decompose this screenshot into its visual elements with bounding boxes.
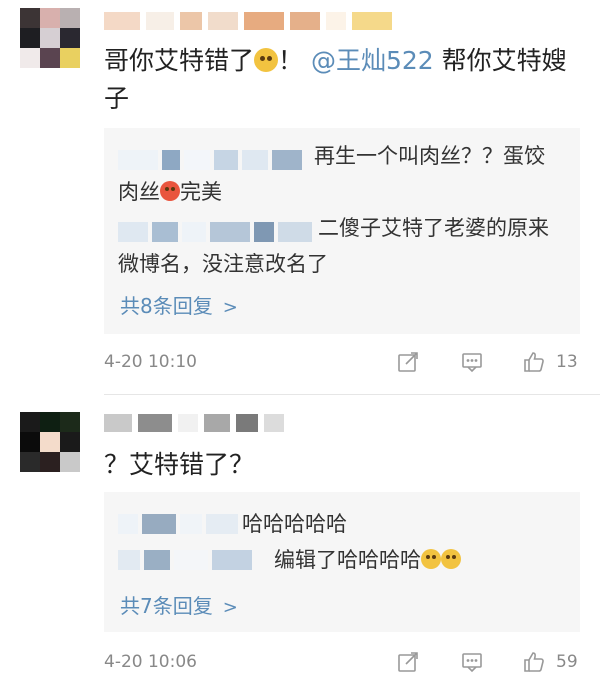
doge-emoji-icon <box>254 48 279 72</box>
reply-text: 编辑了哈哈哈哈 <box>274 548 421 572</box>
reply-text: 哈哈哈哈哈 <box>242 512 347 536</box>
comment-button[interactable] <box>460 650 484 674</box>
like-count: 59 <box>556 652 578 672</box>
more-replies-label: 共7条回复 <box>120 594 213 618</box>
view-more-replies-link[interactable]: 共8条回复 > <box>120 290 238 319</box>
comment-text: ？艾特错了？ <box>104 450 255 479</box>
chevron-right-icon: > <box>222 297 238 318</box>
reply-item[interactable]: 再生一个叫肉丝？？蛋饺肉丝 完美 <box>118 138 560 210</box>
reply-preview-box[interactable]: 再生一个叫肉丝？？蛋饺肉丝 完美 二傻子艾特了老婆的原来微博名，没注意改名了 共8… <box>104 128 580 334</box>
chevron-right-icon: > <box>222 597 238 618</box>
comment-button[interactable] <box>460 350 484 374</box>
comment-item: ？艾特错了？ 哈哈哈哈哈 编辑了哈哈哈哈 共7条回复 > 4-20 10:06 <box>0 400 600 692</box>
reply-text-end: 完美 <box>180 180 222 204</box>
like-button[interactable] <box>522 350 546 374</box>
share-icon <box>398 652 418 672</box>
share-icon <box>398 352 418 372</box>
reply-preview-box[interactable]: 哈哈哈哈哈 编辑了哈哈哈哈 共7条回复 > <box>104 492 580 632</box>
timestamp: 4-20 10:10 <box>104 352 197 372</box>
comment-footer: 4-20 10:10 13 <box>104 352 580 378</box>
reply-item[interactable]: 编辑了哈哈哈哈 <box>274 542 560 578</box>
like-count: 13 <box>556 352 578 372</box>
comment-icon <box>462 653 482 673</box>
more-replies-label: 共8条回复 <box>120 294 213 318</box>
doge-emoji-icon <box>421 549 441 569</box>
reply-username-blurred[interactable] <box>118 514 242 534</box>
thumbs-up-icon <box>524 652 544 672</box>
avatar[interactable] <box>20 8 80 68</box>
avatar[interactable] <box>20 412 80 472</box>
comment-text-mid: ！ <box>278 46 304 75</box>
doge-emoji-icon <box>441 549 461 569</box>
reply-username-blurred[interactable] <box>118 550 272 570</box>
comment-text: 哥你艾特错了！ @王灿522 帮你艾特嫂子 <box>104 42 580 118</box>
comment-icon <box>462 353 482 373</box>
comment-item: 哥你艾特错了！ @王灿522 帮你艾特嫂子 再生一个叫肉丝？？蛋饺肉丝 完美 二傻… <box>0 0 600 400</box>
timestamp: 4-20 10:06 <box>104 652 197 672</box>
reply-item[interactable]: 哈哈哈哈哈 <box>242 506 560 542</box>
comment-footer: 4-20 10:06 59 <box>104 652 580 678</box>
divider <box>104 394 600 395</box>
pig-emoji-icon <box>160 181 180 201</box>
thumbs-up-icon <box>524 352 544 372</box>
reply-username-blurred[interactable] <box>118 222 318 242</box>
reply-username-blurred[interactable] <box>118 150 314 170</box>
reply-item[interactable]: 二傻子艾特了老婆的原来微博名，没注意改名了 <box>118 210 560 282</box>
comment-text-prefix: 哥你艾特错了 <box>104 46 255 75</box>
like-button[interactable] <box>522 650 546 674</box>
username-blurred[interactable] <box>104 10 392 32</box>
view-more-replies-link[interactable]: 共7条回复 > <box>120 590 238 619</box>
username-blurred[interactable] <box>104 412 284 434</box>
mention-link[interactable]: @王灿522 <box>311 46 434 75</box>
share-button[interactable] <box>396 350 420 374</box>
share-button[interactable] <box>396 650 420 674</box>
